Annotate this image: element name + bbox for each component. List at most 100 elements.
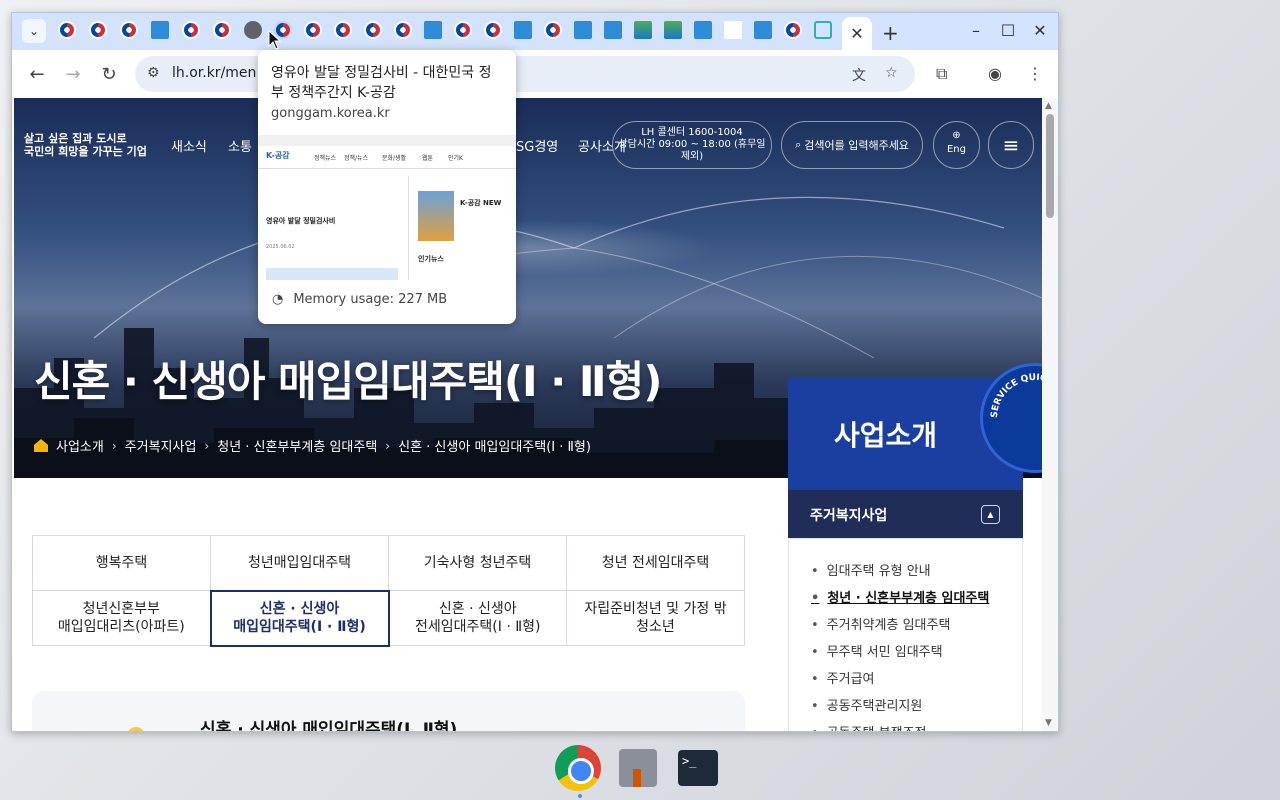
preview-headline: 영유아 발달 정밀검사비 <box>266 217 336 225</box>
tab-dormitory-youth-housing[interactable]: 기숙사형 청년주택 <box>388 535 567 591</box>
tab-youth-jeonse-rental[interactable]: 청년 전세임대주택 <box>566 535 745 591</box>
home-icon[interactable] <box>34 439 48 452</box>
close-window-icon[interactable]: ✕ <box>1030 21 1050 40</box>
tools-app-icon[interactable] <box>614 744 662 792</box>
globe-icon[interactable] <box>244 21 262 39</box>
memory-usage: ◔ Memory usage: 227 MB <box>272 292 447 307</box>
chrome-logo-icon <box>555 745 601 791</box>
tab-label-line: 자립준비청년 및 가정 밖 <box>584 601 727 617</box>
tab-favicon[interactable] <box>454 21 472 39</box>
home-icon[interactable] <box>814 21 832 39</box>
site-logo[interactable]: 살고 싶은 집과 도시로 국민의 희망을 가꾸는 기업 <box>24 132 164 158</box>
hamburger-menu-icon[interactable]: ≡ <box>988 121 1034 169</box>
tab-happy-housing[interactable]: 행복주택 <box>32 535 211 591</box>
gnb-item-esg[interactable]: SG경영 <box>516 136 558 155</box>
side-menu-item[interactable]: 공동주택 분쟁조정 <box>811 722 1022 731</box>
breadcrumb-item[interactable]: 신혼 · 신생아 매입임대주택(Ⅰ · Ⅱ형) <box>398 436 591 455</box>
breadcrumb-item[interactable]: 사업소개 <box>56 436 104 455</box>
scroll-down-icon[interactable]: ▼ <box>1045 718 1052 728</box>
side-panel-subtitle[interactable]: 주거복지사업 ▲ <box>788 490 1023 538</box>
tab-favicon[interactable] <box>634 21 652 39</box>
tab-favicon[interactable] <box>544 21 562 39</box>
tab-favicon[interactable] <box>213 21 231 39</box>
tab-favicon[interactable] <box>694 21 712 39</box>
gnb-item-news[interactable]: 새소식 <box>171 136 207 155</box>
bookmark-star-icon[interactable]: ☆ <box>885 65 898 81</box>
terminal-icon: >_ <box>678 750 718 786</box>
back-icon[interactable]: ← <box>26 64 48 85</box>
decorative-dot-icon <box>127 727 145 731</box>
web-page: 살고 싶은 집과 도시로 국민의 희망을 가꾸는 기업 새소식 소통 SG경영 … <box>14 98 1042 731</box>
svg-text:SERVICE QUICK MENU: SERVICE QUICK MENU <box>990 373 1042 418</box>
side-menu-item[interactable]: 임대주택 유형 안내 <box>811 560 1022 587</box>
site-info-icon[interactable]: ⚙ <box>147 65 160 81</box>
forward-icon[interactable]: → <box>62 64 84 85</box>
tab-newlywed-purchase-rental-selected[interactable]: 신혼 · 신생아 매입임대주택(Ⅰ · Ⅱ형) <box>209 589 390 647</box>
tab-favicon[interactable] <box>574 21 592 39</box>
active-tab[interactable]: ✕ <box>842 17 872 50</box>
new-tab-button[interactable]: + <box>882 21 899 45</box>
tab-favicon[interactable] <box>424 21 442 39</box>
tab-favicon[interactable] <box>334 21 352 39</box>
chrome-app-icon[interactable] <box>554 744 602 792</box>
hover-card-preview: K-공감 정책뉴스 정책/뉴스 문화/생활 웹툰 인기K 영유아 발달 정밀검사… <box>258 135 516 280</box>
address-bar[interactable]: ⚙ lh.or.kr/men 文 ☆ <box>135 56 915 92</box>
tab-favicon[interactable] <box>394 21 412 39</box>
page-scrollbar[interactable]: ▲ ▼ <box>1042 98 1058 731</box>
side-menu-item[interactable]: 주거급여 <box>811 668 1022 695</box>
callcenter-number: LH 콜센터 1600-1004 <box>641 127 743 138</box>
english-button[interactable]: ⊕ Eng <box>933 121 980 169</box>
scroll-thumb[interactable] <box>1046 114 1054 218</box>
scroll-up-icon[interactable]: ▲ <box>1045 101 1052 111</box>
maximize-icon[interactable]: ☐ <box>998 21 1018 40</box>
breadcrumb-item[interactable]: 청년 · 신혼부부계층 임대주택 <box>217 436 377 455</box>
side-menu-item[interactable]: 공동주택관리지원 <box>811 695 1022 722</box>
chevron-right-icon: › <box>204 438 210 453</box>
mouse-cursor-icon <box>268 30 282 50</box>
site-search-button[interactable]: ⌕ 검색어를 입력해주세요 <box>781 121 923 169</box>
english-label: Eng <box>946 144 966 155</box>
tab-favicon[interactable] <box>304 21 322 39</box>
tab-favicon[interactable] <box>784 21 802 39</box>
tab-favicon[interactable] <box>89 21 107 39</box>
tab-search-button[interactable]: ⌄ <box>22 19 46 43</box>
terminal-app-icon[interactable]: >_ <box>674 744 722 792</box>
logo-line-2: 국민의 희망을 가꾸는 기업 <box>24 145 147 158</box>
callcenter-info: LH 콜센터 1600-1004 상담시간 09:00 ~ 18:00 (휴무일… <box>612 121 772 169</box>
side-menu-item[interactable]: 주거취약계층 임대주택 <box>811 614 1022 641</box>
gnb-item-communication[interactable]: 소통 <box>228 136 252 155</box>
reload-icon[interactable]: ↻ <box>98 64 120 85</box>
tab-independent-youth[interactable]: 자립준비청년 및 가정 밖청소년 <box>566 590 745 646</box>
preview-nav: 인기K <box>448 155 463 162</box>
kebab-menu-icon[interactable]: ⋮ <box>1027 64 1043 83</box>
tab-favicon[interactable] <box>484 21 502 39</box>
chevron-up-icon[interactable]: ▲ <box>981 505 1000 524</box>
preview-date: 2025.06.02 <box>266 244 295 250</box>
tab-label-line: 청소년 <box>636 619 675 635</box>
profile-icon[interactable]: ◉ <box>988 64 1002 83</box>
close-icon[interactable]: ✕ <box>850 24 863 43</box>
tab-strip: ⌄ ✕ + – ☐ ✕ <box>12 13 1058 50</box>
tab-favicon[interactable] <box>724 21 742 39</box>
housing-type-tabs: 행복주택 청년매입임대주택 기숙사형 청년주택 청년 전세임대주택 청년신혼부부… <box>32 535 745 647</box>
tab-favicon[interactable] <box>151 21 169 39</box>
extensions-icon[interactable]: ⧉ <box>936 64 947 84</box>
tab-favicon[interactable] <box>754 21 772 39</box>
side-menu-item-active[interactable]: 청년 · 신혼부부계층 임대주택 <box>811 587 1022 614</box>
browser-toolbar: ← → ↻ ⚙ lh.or.kr/men 文 ☆ ⧉ ◉ ⋮ <box>12 50 1058 98</box>
tab-favicon[interactable] <box>364 21 382 39</box>
tab-favicon[interactable] <box>514 21 532 39</box>
breadcrumb-item[interactable]: 주거복지사업 <box>125 436 197 455</box>
side-menu-item[interactable]: 무주택 서민 임대주택 <box>811 641 1022 668</box>
tab-favicon[interactable] <box>604 21 622 39</box>
translate-icon[interactable]: 文 <box>852 65 866 85</box>
tab-favicon[interactable] <box>182 21 200 39</box>
tab-favicon[interactable] <box>120 21 138 39</box>
tab-youth-purchase-rental[interactable]: 청년매입임대주택 <box>210 535 389 591</box>
url-text[interactable]: lh.or.kr/men <box>172 65 256 81</box>
tab-favicon[interactable] <box>58 21 76 39</box>
tab-newlywed-jeonse-rental[interactable]: 신혼 · 신생아 전세임대주택(Ⅰ · Ⅱ형) <box>388 590 567 646</box>
tab-newlywed-reits[interactable]: 청년신혼부부 매입임대리츠(아파트) <box>32 590 211 646</box>
tab-favicon[interactable] <box>664 21 682 39</box>
minimize-icon[interactable]: – <box>966 21 986 40</box>
